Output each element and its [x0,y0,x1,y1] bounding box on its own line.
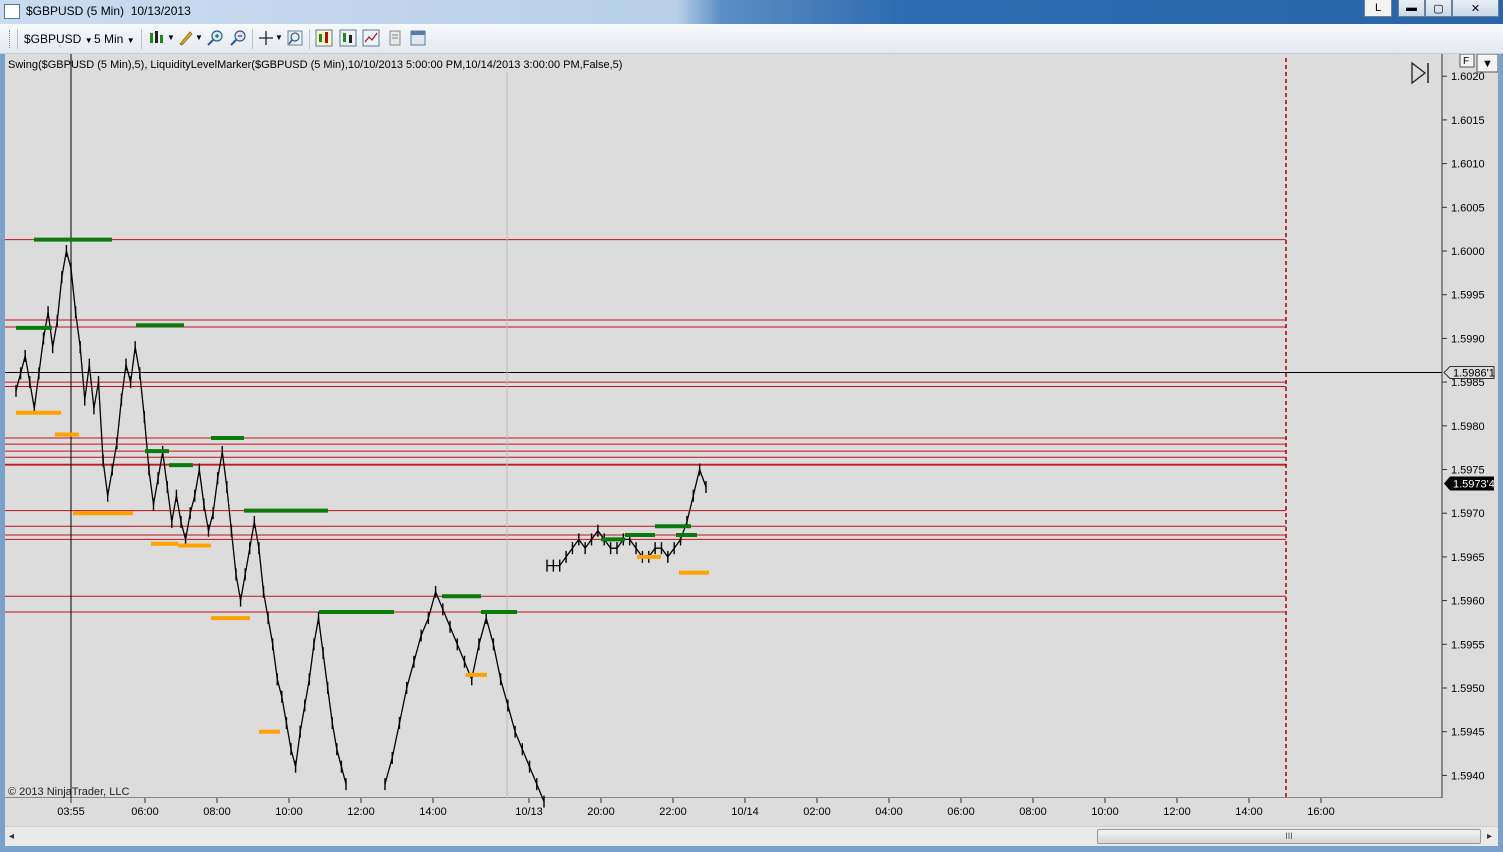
price-tick-label: 1.6000 [1451,246,1485,258]
indicators-icon[interactable] [339,29,357,47]
price-tick-label: 1.5945 [1451,727,1485,739]
interval-selector[interactable]: 5 Min ▼ [94,32,135,46]
time-tick-label: 20:00 [587,806,615,818]
chevron-down-icon: ▼ [126,36,135,45]
crosshair-icon[interactable] [257,29,275,47]
candlestick-icon[interactable] [148,29,166,47]
chevron-down-icon: ▼ [84,36,93,45]
price-tick-label: 1.5975 [1451,465,1485,477]
interval-label: 5 Min [94,32,124,46]
horizontal-scrollbar[interactable]: ◂ III ▸ [5,826,1498,847]
f-button-label: F [1463,56,1469,67]
current-price-label: 1.5973'4 [1453,478,1495,490]
minimize-button[interactable]: ▬ [1398,0,1425,17]
price-tick-label: 1.5965 [1451,552,1485,564]
window-bottom-border [0,846,1503,852]
price-tick-label: 1.5990 [1451,333,1485,345]
time-tick-label: 16:00 [1307,806,1335,818]
window-title: $GBPUSD (5 Min) 10/13/2013 [26,4,191,18]
price-tick-label: 1.6005 [1451,202,1485,214]
price-tick-label: 1.5970 [1451,508,1485,520]
time-tick-label: 04:00 [875,806,903,818]
time-tick-label: 08:00 [1019,806,1047,818]
pencil-icon[interactable] [177,29,195,47]
maximize-button[interactable]: ▢ [1425,0,1452,17]
f-button[interactable]: F [1459,54,1475,68]
bar-chart-icon[interactable] [315,29,333,47]
time-tick-label: 03:55 [57,806,85,818]
chart-toolbar: $GBPUSD ▼ 5 Min ▼ ▼ ▼ ▼ [0,24,1503,54]
time-tick-label: 22:00 [659,806,687,818]
toolbar-separator [252,29,253,49]
time-tick-label: 10:00 [275,806,303,818]
zoom-out-icon[interactable] [229,29,247,47]
instrument-label: $GBPUSD [24,32,82,46]
zoom-in-icon[interactable] [206,29,224,47]
time-tick-label: 10:00 [1091,806,1119,818]
time-tick-label: 12:00 [1163,806,1191,818]
close-button[interactable]: ✕ [1452,0,1499,17]
price-tick-label: 1.5995 [1451,290,1485,302]
time-tick-label: 06:00 [131,806,159,818]
price-tick-label: 1.6020 [1451,71,1485,83]
time-tick-label: 14:00 [1235,806,1263,818]
chevron-down-icon[interactable]: ▼ [195,33,203,42]
price-tick-label: 1.5950 [1451,683,1485,695]
price-tick-label: 1.5940 [1451,770,1485,782]
time-tick-label: 10/13 [515,806,543,818]
crosshair-price-label: 1.5986'1 [1453,367,1495,379]
time-tick-label: 12:00 [347,806,375,818]
price-chart[interactable]: 1.6020 1.6015 1.6010 1.6005 1.6000 1.5995 1.59… [5,54,1498,826]
time-tick-label: 14:00 [419,806,447,818]
chevron-down-icon[interactable]: ▼ [275,33,283,42]
strategies-icon[interactable] [362,29,380,47]
price-tick-label: 1.6015 [1451,115,1485,127]
chevron-down-icon: ▼ [1482,58,1493,70]
ninjatrader-app-icon[interactable] [4,4,20,19]
toolbar-separator [309,29,310,49]
scroll-right-icon[interactable]: ▸ [1487,831,1492,842]
chart-dropdown-button[interactable]: ▼ [1476,54,1498,73]
scrollbar-thumb[interactable]: III [1097,829,1481,844]
price-tick-label: 1.5960 [1451,596,1485,608]
price-tick-label: 1.5955 [1451,639,1485,651]
price-tick-label: 1.6010 [1451,159,1485,171]
instrument-selector[interactable]: $GBPUSD ▼ [24,32,93,46]
time-tick-label: 10/14 [731,806,759,818]
toolbar-grip[interactable] [9,30,13,48]
time-tick-label: 06:00 [947,806,975,818]
copyright-label: © 2013 NinjaTrader, LLC [8,786,129,798]
toolbar-separator [17,29,18,49]
scroll-left-icon[interactable]: ◂ [9,831,14,842]
window-right-border [1498,54,1503,852]
price-tick-label: 1.5980 [1451,421,1485,433]
lock-button[interactable]: L [1364,0,1392,17]
properties-icon[interactable] [386,29,404,47]
chevron-down-icon[interactable]: ▼ [167,33,175,42]
toolbar-separator [141,29,142,49]
plot-area[interactable] [5,54,1442,798]
window-titlebar: $GBPUSD (5 Min) 10/13/2013 L ▬ ▢ ✕ [0,0,1503,24]
time-tick-label: 02:00 [803,806,831,818]
indicator-label: Swing($GBPUSD (5 Min),5), LiquidityLevel… [8,59,622,71]
time-tick-label: 08:00 [203,806,231,818]
template-icon[interactable] [409,29,427,47]
magnifier-icon[interactable] [286,29,304,47]
